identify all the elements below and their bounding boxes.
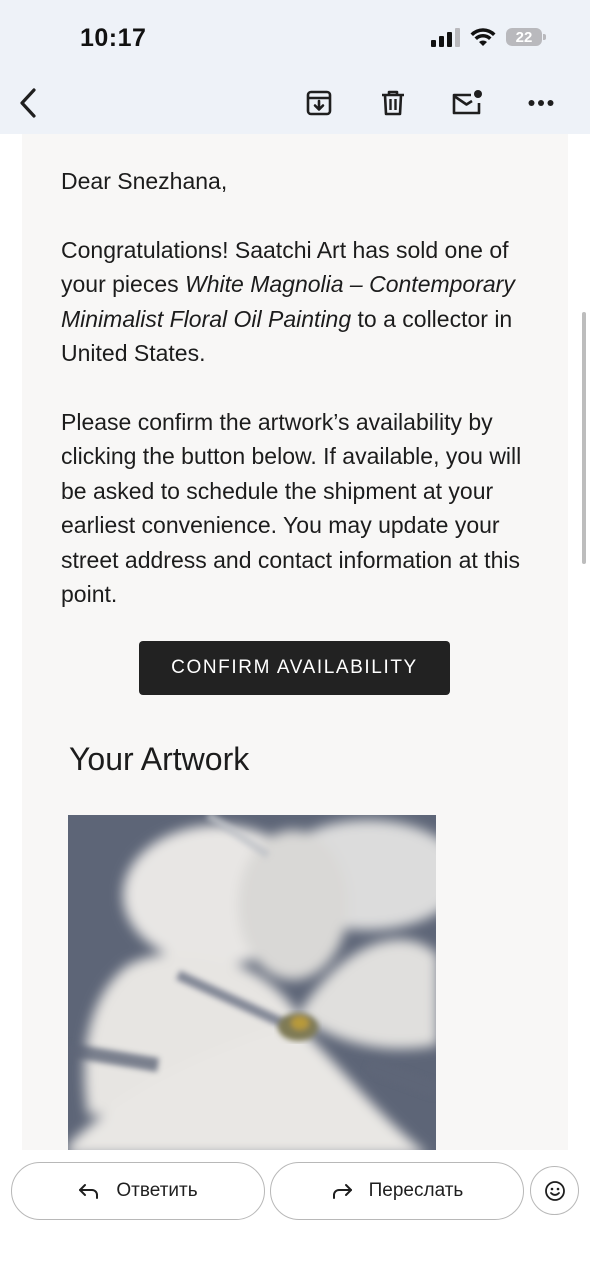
forward-icon [332,1184,352,1199]
artwork-section-title: Your Artwork [69,741,250,777]
instructions-paragraph: Please confirm the artwork’s availabilit… [61,408,522,608]
archive-button[interactable] [300,86,338,120]
forward-label: Переслать [368,1180,464,1201]
sale-paragraph: Congratulations! Saatchi Art has sold on… [61,236,515,367]
top-bar: 10:17 22 [0,0,590,134]
battery-icon: 22 [506,28,546,46]
cellular-signal-icon [431,27,460,47]
reply-label: Ответить [116,1180,198,1201]
greeting: Dear Snezhana, [61,168,228,194]
cta-wrap: CONFIRM AVAILABILITY [139,641,450,695]
emoji-reaction-button[interactable] [530,1166,579,1215]
status-time: 10:17 [80,24,147,52]
email-text: Dear Snezhana, Congratulations! Saatchi … [61,164,531,646]
email-body: Dear Snezhana, Congratulations! Saatchi … [22,134,568,1164]
forward-button[interactable]: Переслать [270,1162,524,1220]
mark-unread-icon [452,90,482,115]
wifi-icon [470,28,496,46]
mark-unread-button[interactable] [448,86,486,120]
reply-button[interactable]: Ответить [11,1162,265,1220]
delete-button[interactable] [374,86,412,120]
more-icon [528,100,554,106]
trash-icon [382,90,404,116]
status-icons: 22 [431,27,546,47]
toolbar-actions [300,86,560,120]
confirm-availability-button[interactable]: CONFIRM AVAILABILITY [139,641,450,695]
reply-icon [79,1184,99,1199]
scrollbar[interactable] [582,312,586,564]
chevron-left-icon [20,88,36,118]
back-button[interactable] [14,86,44,120]
more-button[interactable] [522,86,560,120]
reply-bar: Ответить Переслать [0,1150,590,1280]
emoji-icon [544,1180,565,1201]
battery-level: 22 [515,28,533,46]
artwork-image[interactable] [68,815,436,1155]
archive-icon [306,90,332,116]
